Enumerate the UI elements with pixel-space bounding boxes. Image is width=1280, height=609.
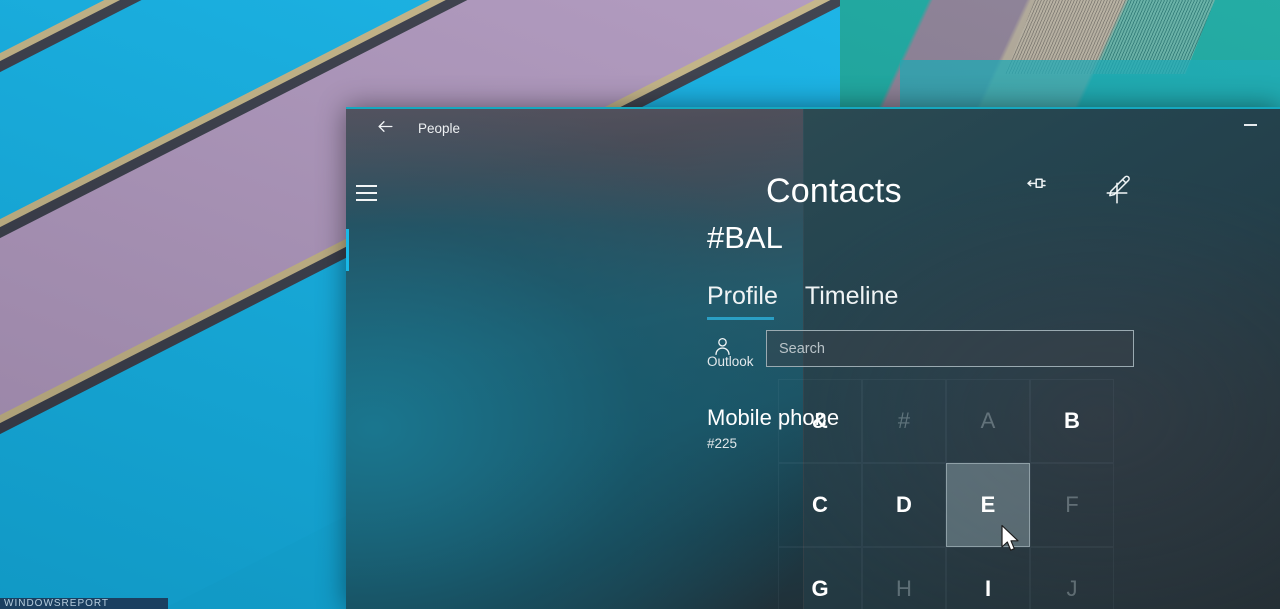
back-arrow-icon xyxy=(376,117,395,141)
plus-icon xyxy=(1104,180,1130,211)
alphabet-grid: &#ABCDEFGHIJKLMN xyxy=(346,379,1114,609)
window-accent-bar xyxy=(346,107,1280,109)
taskbar-label: WINDOWSREPORT xyxy=(4,598,110,609)
tab-timeline[interactable]: Timeline xyxy=(805,282,899,320)
tab-profile[interactable]: Profile xyxy=(707,282,778,320)
contact-name: #BAL xyxy=(707,220,783,255)
alpha-cell-j: J xyxy=(1030,547,1114,609)
alphabet-grid-inner: &#ABCDEFGHIJKLMN xyxy=(778,379,1114,609)
alpha-cell-&[interactable]: & xyxy=(778,379,862,463)
taskbar[interactable]: WINDOWSREPORT xyxy=(0,598,168,609)
alpha-cell-i[interactable]: I xyxy=(946,547,1030,609)
hamburger-line xyxy=(355,199,377,201)
contacts-header: Contacts xyxy=(346,161,1128,223)
people-app-window: People Contacts Search & # A B C D E F G… xyxy=(346,107,1280,609)
detail-tabs: Profile Timeline xyxy=(707,282,898,320)
search-box[interactable] xyxy=(766,330,1134,367)
alpha-cell-c[interactable]: C xyxy=(778,463,862,547)
hamburger-line xyxy=(355,185,377,187)
window-titlebar: People xyxy=(346,107,803,151)
sidebar-item-contacts[interactable] xyxy=(704,333,740,365)
hamburger-icon[interactable] xyxy=(346,173,386,213)
minimize-button[interactable] xyxy=(1228,111,1272,139)
minimize-icon xyxy=(1243,124,1257,126)
hamburger-line xyxy=(355,192,377,194)
alpha-cell-e[interactable]: E xyxy=(946,463,1030,547)
pin-contact-button[interactable] xyxy=(1012,167,1056,211)
search-input[interactable] xyxy=(766,330,1134,367)
window-title: People xyxy=(418,121,461,136)
page-title: Contacts xyxy=(766,172,902,210)
alpha-cell-g[interactable]: G xyxy=(778,547,862,609)
alpha-cell-f: F xyxy=(1030,463,1114,547)
alpha-cell-a: A xyxy=(946,379,1030,463)
nav-selection-accent xyxy=(346,229,349,271)
add-contact-button[interactable] xyxy=(1097,175,1137,215)
person-icon xyxy=(712,335,733,363)
alpha-cell-b[interactable]: B xyxy=(1030,379,1114,463)
contacts-left-panel: People Contacts Search & # A B C D E F G… xyxy=(346,107,1134,609)
back-button[interactable] xyxy=(362,113,408,145)
pin-icon xyxy=(1021,173,1048,205)
alpha-cell-d[interactable]: D xyxy=(862,463,946,547)
alpha-cell-h: H xyxy=(862,547,946,609)
alpha-cell-#: # xyxy=(862,379,946,463)
